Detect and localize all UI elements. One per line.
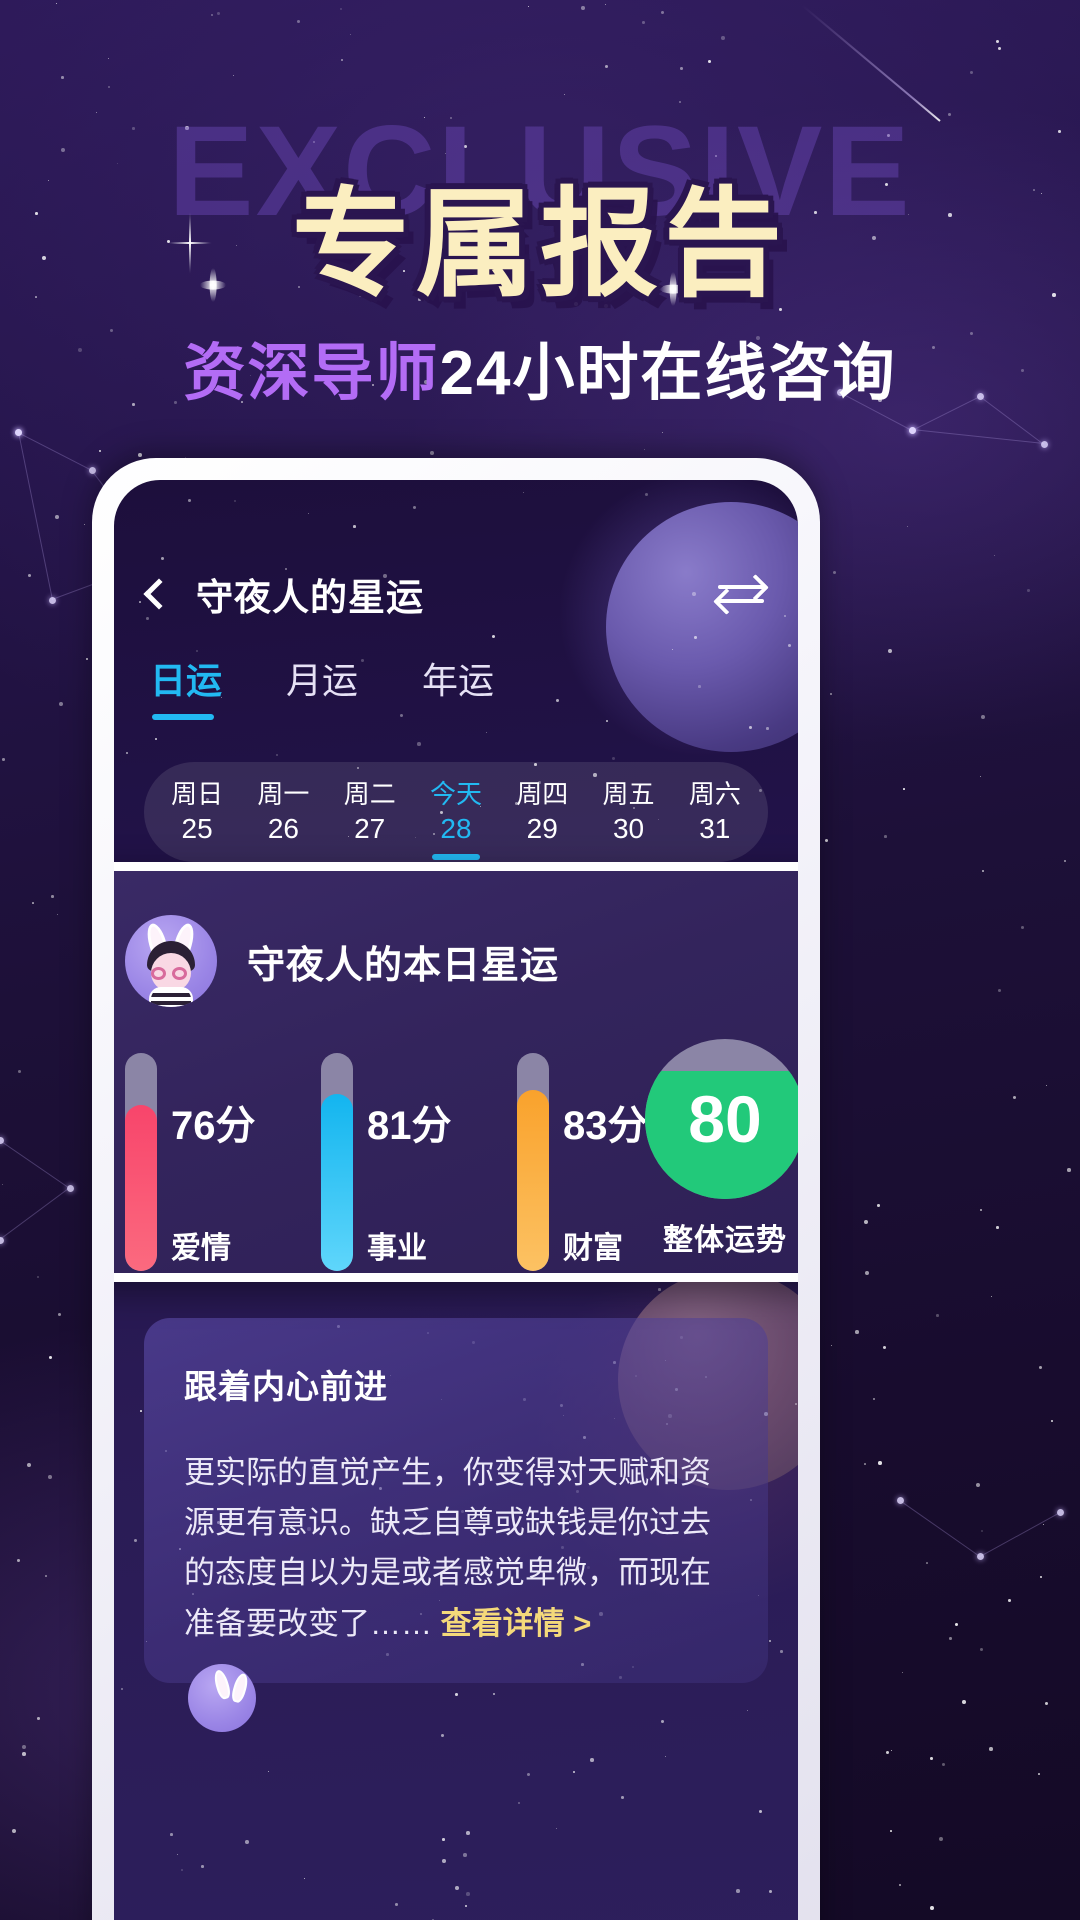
day-label: 周四 <box>516 779 569 810</box>
detail-card-title: 跟着内心前进 <box>184 1368 388 1405</box>
overall-score: 80 整体运势 <box>645 1039 798 1259</box>
day-item[interactable]: 周六 31 <box>685 778 745 846</box>
day-label: 今天 <box>429 779 482 810</box>
day-label: 周一 <box>257 779 310 810</box>
day-label: 周六 <box>688 779 741 810</box>
avatar-glasses-left <box>151 967 166 980</box>
daily-fortune-card[interactable]: 守夜人的本日星运 76分 爱情 81分 事业 83分 财富 80 整体运势 <box>114 862 798 1282</box>
day-number: 28 <box>440 812 472 844</box>
page-title: 守夜人的星运 <box>196 577 424 618</box>
phone-screen: 守夜人的星运 日运 月运 年运 周日 25 周一 26 周二 27 今天 28 周四 29 <box>114 480 798 1920</box>
detail-card[interactable]: 跟着内心前进 更实际的直觉产生，你变得对天赋和资源更有意识。缺乏自尊或缺钱是你过… <box>144 1318 768 1683</box>
day-number: 25 <box>181 812 213 844</box>
overall-score-number: 80 <box>688 1082 762 1156</box>
hero-banner: EXCLUSIVE 专属报告 资深导师24小时在线咨询 <box>0 0 1080 470</box>
bar-score-value: 83分 <box>563 1104 648 1148</box>
week-date-selector[interactable]: 周日 25 周一 26 周二 27 今天 28 周四 29 周五 30 周六 31 <box>144 762 768 862</box>
bar-score-value: 81分 <box>367 1104 452 1148</box>
day-label: 周五 <box>602 779 655 810</box>
day-number: 31 <box>699 812 731 844</box>
tab-monthly-label: 月运 <box>286 660 359 701</box>
chevron-left-icon[interactable] <box>143 578 175 610</box>
view-details-link[interactable]: 查看详情 > <box>441 1606 592 1641</box>
day-item-today[interactable]: 今天 28 <box>426 778 486 846</box>
tab-daily[interactable]: 日运 <box>150 652 222 720</box>
app-header: 守夜人的星运 <box>114 558 798 630</box>
overall-score-gauge: 80 <box>645 1039 798 1199</box>
day-number: 26 <box>267 812 299 844</box>
avatar-ear-left <box>212 1668 233 1701</box>
day-number: 29 <box>526 812 558 844</box>
bar-item-love: 76分 爱情 <box>125 1053 256 1271</box>
fortune-card-header: 守夜人的本日星运 <box>114 871 798 1007</box>
hero-subtitle-rest: 24小时在线咨询 <box>439 339 897 408</box>
bar-item-wealth: 83分 财富 <box>517 1053 648 1271</box>
hero-subtitle-highlight: 资深导师 <box>183 339 440 408</box>
tab-daily-label: 日运 <box>150 660 223 701</box>
fortune-card-title: 守夜人的本日星运 <box>247 944 560 987</box>
hero-subtitle: 资深导师24小时在线咨询 <box>0 322 1080 412</box>
user-avatar-icon <box>188 1664 256 1732</box>
hero-title: 专属报告 <box>291 179 789 311</box>
day-item[interactable]: 周二 27 <box>340 778 400 846</box>
day-label: 周二 <box>343 779 396 810</box>
bar-item-career: 81分 事业 <box>321 1053 452 1271</box>
avatar-ear-right <box>229 1672 251 1704</box>
bar-category-label: 事业 <box>367 1232 427 1265</box>
bar-track <box>125 1053 157 1271</box>
day-item[interactable]: 周五 30 <box>599 778 659 846</box>
day-number: 27 <box>354 812 386 844</box>
sparkle-icon <box>168 212 212 274</box>
bar-fill <box>125 1105 157 1271</box>
swap-arrow-bottom <box>718 599 764 603</box>
day-item[interactable]: 周四 29 <box>512 778 572 846</box>
tab-yearly-label: 年运 <box>422 660 495 701</box>
bar-track <box>321 1053 353 1271</box>
detail-card-body: 更实际的直觉产生，你变得对天赋和资源更有意识。缺乏自尊或缺钱是你过去的态度自以为… <box>184 1448 728 1649</box>
bar-fill <box>321 1094 353 1271</box>
sparkle-icon <box>200 268 226 302</box>
user-avatar-icon <box>125 915 217 1007</box>
phone-mockup: 守夜人的星运 日运 月运 年运 周日 25 周一 26 周二 27 今天 28 周四 29 <box>92 458 820 1920</box>
day-number: 30 <box>612 812 645 844</box>
bar-category-label: 爱情 <box>171 1232 231 1265</box>
bar-track <box>517 1053 549 1271</box>
overall-score-label: 整体运势 <box>663 1224 787 1257</box>
avatar-striped-shirt <box>149 987 193 1007</box>
bar-category-label: 财富 <box>563 1232 623 1265</box>
swap-arrows-icon[interactable] <box>718 577 764 611</box>
bar-score-value: 76分 <box>171 1104 256 1148</box>
bar-fill <box>517 1090 549 1271</box>
avatar-glasses-right <box>172 967 187 980</box>
day-item[interactable]: 周日 25 <box>167 778 227 846</box>
tab-monthly[interactable]: 月运 <box>286 652 358 720</box>
day-label: 周日 <box>171 779 224 810</box>
day-item[interactable]: 周一 26 <box>253 778 313 846</box>
period-tabs: 日运 月运 年运 <box>114 652 798 720</box>
tab-yearly[interactable]: 年运 <box>422 652 494 720</box>
